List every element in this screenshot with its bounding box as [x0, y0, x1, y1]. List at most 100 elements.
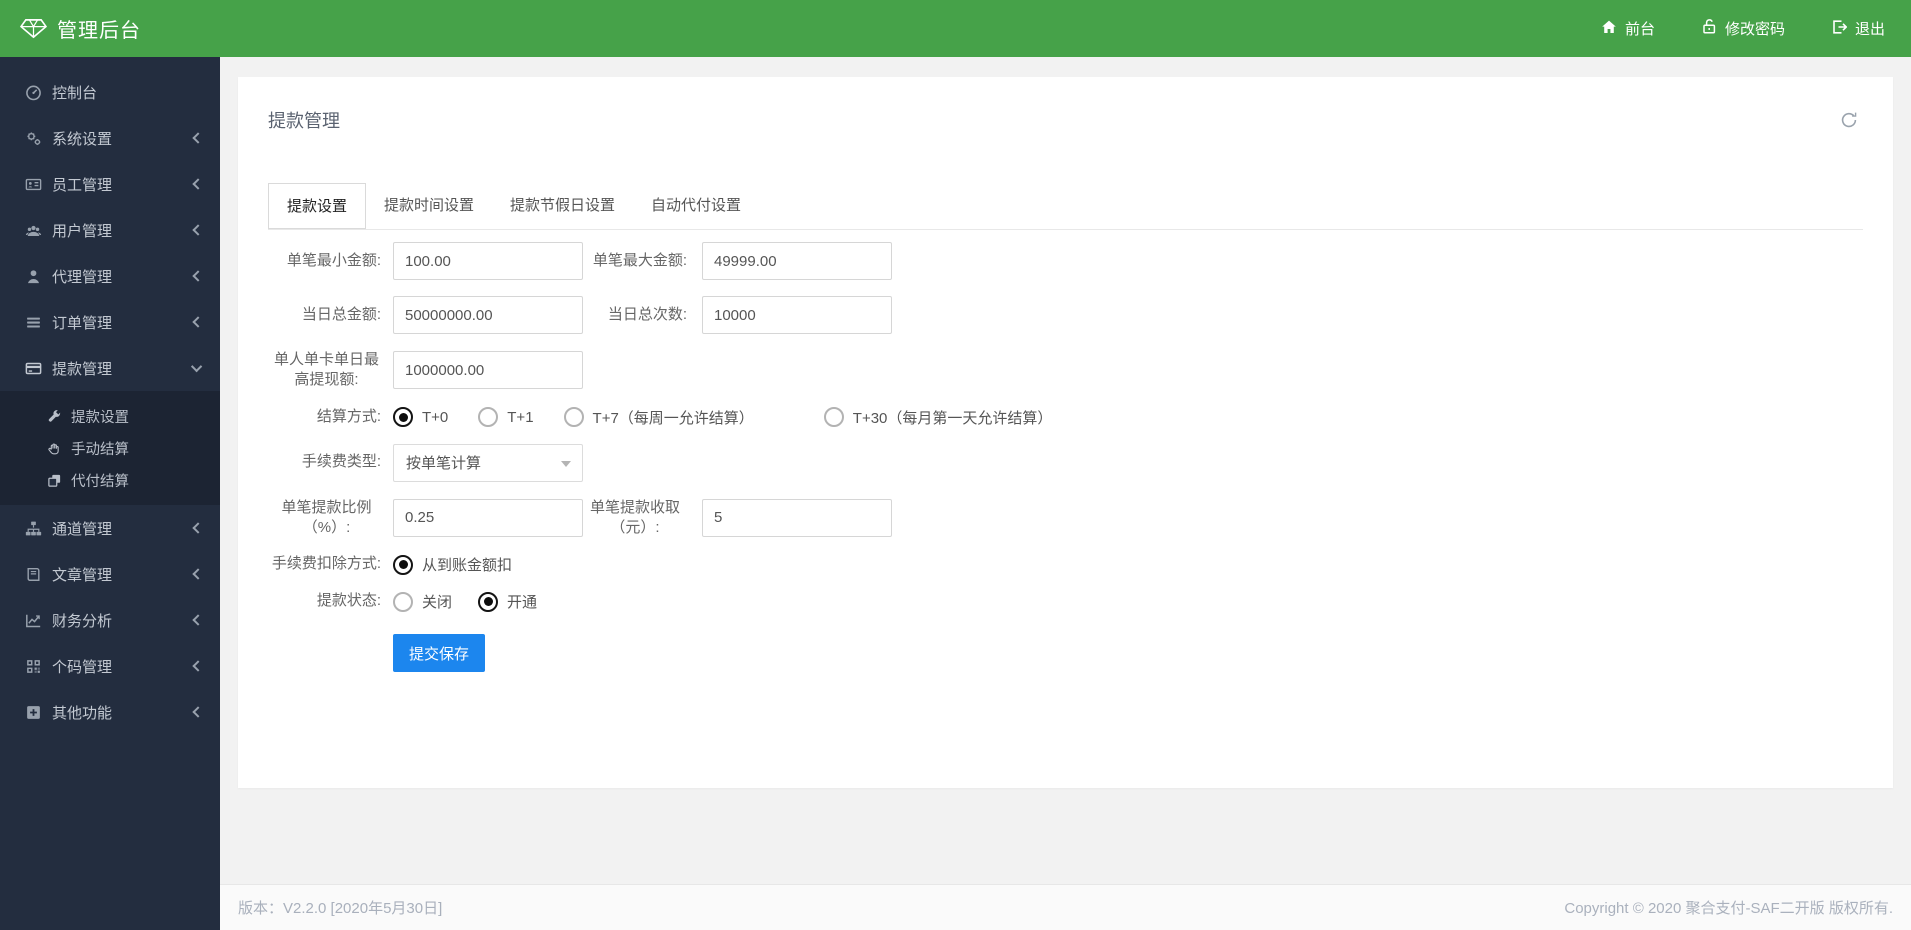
- settle-mode-option-t30[interactable]: T+30（每月第一天允许结算）: [823, 407, 1052, 428]
- fee-type-selected-value: 按单笔计算: [406, 455, 482, 472]
- settle-mode-label: 结算方式:: [316, 407, 381, 425]
- chevron-left-icon: [192, 660, 204, 672]
- daily-total-amount-label: 当日总金额:: [301, 305, 381, 323]
- gears-icon: [24, 130, 42, 147]
- sidebar-item-system-settings[interactable]: 系统设置: [0, 115, 220, 161]
- version-text: 版本：V2.2.0 [2020年5月30日]: [238, 900, 443, 917]
- tab-auto-payout-settings[interactable]: 自动代付设置: [633, 183, 759, 229]
- radio-unchecked-icon: [823, 407, 844, 427]
- sidebar-item-label: 用户管理: [52, 222, 113, 240]
- sidebar-item-personal-codes[interactable]: 个码管理: [0, 643, 220, 689]
- hand-icon: [46, 441, 62, 456]
- id-card-icon: [24, 176, 42, 193]
- qrcode-icon: [24, 658, 42, 675]
- sidebar-item-label: 文章管理: [52, 566, 113, 584]
- chevron-left-icon: [192, 178, 204, 190]
- sidebar: 控制台 系统设置 员工管理 用户管理 代理管理 订单管理 提款管理 提款设置 手…: [0, 57, 220, 930]
- withdraw-status-radio-group: 关闭 开通: [393, 591, 567, 612]
- sidebar-item-console[interactable]: 控制台: [0, 69, 220, 115]
- topbar: 管理后台 前台 修改密码 退出: [0, 0, 1911, 57]
- radio-unchecked-icon: [563, 407, 584, 427]
- sidebar-item-label: 代理管理: [52, 268, 113, 286]
- user-icon: [24, 268, 42, 285]
- sidebar-item-label: 代付结算: [71, 473, 129, 490]
- settle-mode-option-t0[interactable]: T+0: [393, 407, 448, 427]
- withdraw-status-option-open[interactable]: 开通: [478, 591, 537, 612]
- daily-total-count-input[interactable]: [702, 296, 892, 334]
- sidebar-item-withdrawals[interactable]: 提款管理: [0, 345, 220, 391]
- chevron-down-icon: [190, 360, 203, 373]
- chevron-left-icon: [192, 224, 204, 236]
- unlock-icon: [1701, 18, 1725, 39]
- tab-withdraw-settings[interactable]: 提款设置: [268, 183, 367, 229]
- sidebar-item-label: 提款管理: [52, 360, 113, 378]
- sidebar-item-label: 员工管理: [52, 176, 113, 194]
- max-amount-input[interactable]: [702, 242, 892, 280]
- tab-withdraw-time-settings[interactable]: 提款时间设置: [366, 183, 492, 229]
- wrench-icon: [46, 409, 62, 424]
- caret-down-icon: [561, 460, 571, 467]
- sidebar-item-payout-settlement[interactable]: 代付结算: [0, 464, 220, 496]
- withdrawals-submenu: 提款设置 手动结算 代付结算: [0, 391, 220, 505]
- nav-change-password-label: 修改密码: [1724, 21, 1785, 38]
- sidebar-item-finance[interactable]: 财务分析: [0, 597, 220, 643]
- daily-total-count-label: 当日总次数:: [607, 305, 687, 323]
- chevron-left-icon: [192, 568, 204, 580]
- settle-mode-option-t7[interactable]: T+7（每周一允许结算）: [563, 407, 754, 428]
- sidebar-item-label: 其他功能: [52, 704, 113, 722]
- sidebar-item-withdraw-settings[interactable]: 提款设置: [0, 400, 220, 432]
- sidebar-item-articles[interactable]: 文章管理: [0, 551, 220, 597]
- footer: 版本：V2.2.0 [2020年5月30日] Copyright © 2020 …: [220, 884, 1911, 930]
- settle-mode-radio-group: T+0 T+1 T+7（每周一允许结算） T+30（每月第一天允许结算）: [393, 407, 1082, 428]
- sidebar-item-staff[interactable]: 员工管理: [0, 161, 220, 207]
- fee-fixed-input[interactable]: [702, 498, 892, 537]
- chevron-left-icon: [192, 270, 204, 282]
- fee-type-label: 手续费类型:: [301, 453, 381, 471]
- fee-percent-label: 单笔提款比例（%）:: [281, 498, 372, 536]
- max-amount-label: 单笔最大金额:: [592, 251, 687, 269]
- sidebar-item-label: 手动结算: [71, 441, 129, 458]
- list-icon: [24, 314, 42, 331]
- settle-mode-option-t1[interactable]: T+1: [478, 407, 534, 427]
- brand: 管理后台: [0, 14, 300, 43]
- sidebar-item-label: 财务分析: [52, 612, 113, 630]
- plus-square-icon: [24, 704, 42, 721]
- sidebar-item-channels[interactable]: 通道管理: [0, 505, 220, 551]
- refresh-icon[interactable]: [1839, 110, 1863, 130]
- nav-change-password[interactable]: 修改密码: [1701, 18, 1785, 39]
- radio-checked-icon: [478, 591, 499, 612]
- sidebar-item-other-functions[interactable]: 其他功能: [0, 689, 220, 735]
- radio-checked-icon: [393, 407, 413, 427]
- sidebar-item-users[interactable]: 用户管理: [0, 207, 220, 253]
- nav-frontend[interactable]: 前台: [1601, 18, 1655, 39]
- sidebar-item-label: 提款设置: [71, 409, 129, 426]
- page-title: 提款管理: [268, 111, 340, 131]
- tab-withdraw-holiday-settings[interactable]: 提款节假日设置: [492, 183, 633, 229]
- copyright-text: Copyright © 2020 聚合支付-SAF二开版 版权所有.: [1564, 900, 1893, 917]
- sidebar-item-agents[interactable]: 代理管理: [0, 253, 220, 299]
- main-content: 提款管理 提款设置 提款时间设置 提款节假日设置 自动代付设置 单笔最小金额: …: [220, 57, 1911, 930]
- nav-logout[interactable]: 退出: [1831, 18, 1885, 39]
- withdraw-status-option-closed[interactable]: 关闭: [393, 591, 452, 612]
- clone-icon: [46, 473, 62, 488]
- radio-checked-icon: [393, 554, 413, 575]
- sidebar-item-orders[interactable]: 订单管理: [0, 299, 220, 345]
- chart-line-icon: [24, 612, 42, 629]
- chevron-left-icon: [192, 316, 204, 328]
- sidebar-item-manual-settlement[interactable]: 手动结算: [0, 432, 220, 464]
- nav-frontend-label: 前台: [1624, 21, 1655, 38]
- topnav: 前台 修改密码 退出: [1555, 18, 1911, 39]
- min-amount-input[interactable]: [393, 242, 583, 280]
- fee-type-select[interactable]: 按单笔计算: [393, 443, 583, 482]
- daily-total-amount-input[interactable]: [393, 296, 583, 334]
- fee-deduct-option-from-received[interactable]: 从到账金额扣: [393, 554, 512, 575]
- fee-percent-input[interactable]: [393, 498, 583, 537]
- fee-deduct-radio-group: 从到账金额扣: [393, 554, 542, 575]
- radio-unchecked-icon: [393, 591, 413, 612]
- sidebar-item-label: 订单管理: [52, 314, 113, 332]
- users-icon: [24, 222, 42, 239]
- chevron-left-icon: [192, 614, 204, 626]
- submit-save-button[interactable]: 提交保存: [393, 634, 485, 672]
- chevron-left-icon: [192, 132, 204, 144]
- per-card-daily-max-input[interactable]: [393, 351, 583, 390]
